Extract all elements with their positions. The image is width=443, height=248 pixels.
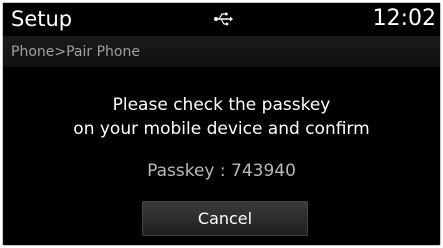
status-title: Setup	[11, 7, 73, 31]
passkey-text: Passkey : 743940	[147, 161, 296, 181]
breadcrumb-bar: Phone>Pair Phone	[3, 36, 440, 67]
message-line-2: on your mobile device and confirm	[73, 119, 370, 139]
head-unit-screen: Setup 12:02 Phone>Pair Phone Please chec…	[2, 2, 441, 246]
message-line-1: Please check the passkey	[112, 95, 331, 115]
breadcrumb: Phone>Pair Phone	[11, 44, 140, 60]
status-bar: Setup 12:02	[3, 3, 440, 36]
usb-icon	[214, 12, 233, 26]
pairing-message: Please check the passkey on your mobile …	[3, 93, 440, 141]
cancel-button[interactable]: Cancel	[142, 201, 308, 236]
clock: 12:02	[372, 6, 436, 31]
